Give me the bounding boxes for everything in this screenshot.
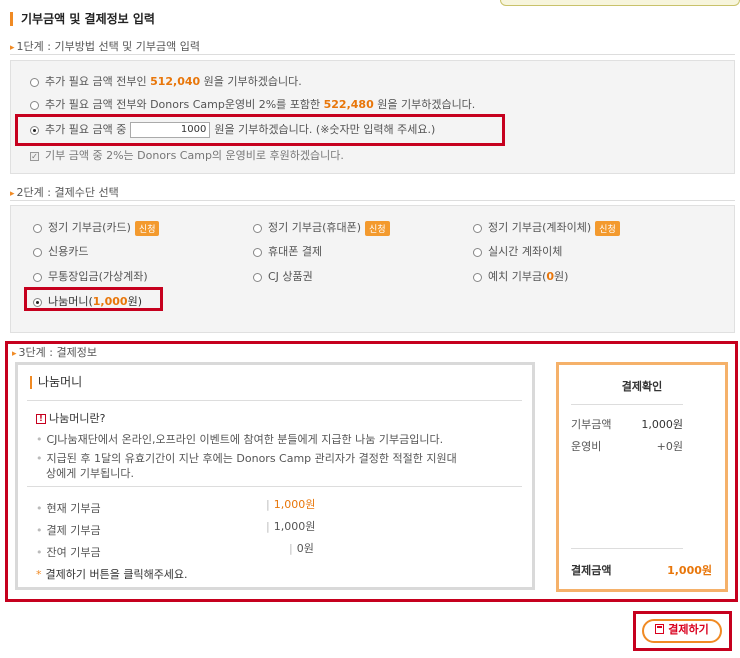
current-donation-value: | 1,000원 — [266, 498, 316, 511]
divider — [10, 54, 735, 55]
method-phone[interactable]: 휴대폰 결제 — [253, 243, 322, 259]
apply-badge[interactable]: 신청 — [365, 220, 390, 236]
method-realtime-transfer[interactable]: 실시간 계좌이체 — [473, 243, 562, 259]
radio-selected-icon[interactable] — [30, 125, 39, 135]
confirm-donation-value: 1,000원 — [641, 418, 683, 431]
top-decoration — [500, 0, 740, 6]
info-line: • CJ나눔재단에서 온라인,오프라인 이벤트에 참여한 분들에게 지급한 나눔 … — [36, 433, 444, 446]
radio-icon[interactable] — [473, 223, 482, 233]
current-donation-label: • 현재 기부금 — [36, 502, 101, 515]
step1-label: 1단계 : 기부방법 선택 및 기부금액 입력 — [10, 38, 200, 54]
radio-icon[interactable] — [473, 247, 482, 257]
method-nanum-money[interactable]: 나눔머니(1,000원) — [33, 293, 142, 309]
payment-donation-value: | 1,000원 — [266, 520, 316, 533]
pay-button[interactable]: 결제하기 — [642, 619, 722, 643]
info-line: 상에게 기부됩니다. — [46, 467, 134, 480]
radio-icon[interactable] — [253, 272, 262, 282]
confirm-fee-label: 운영비 — [571, 440, 602, 453]
divider — [571, 548, 683, 549]
confirm-total-label: 결제금액 — [571, 564, 612, 577]
radio-icon[interactable] — [253, 247, 262, 257]
method-transfer-regular[interactable]: 정기 기부금(계좌이체) 신청 — [473, 219, 620, 236]
radio-icon[interactable] — [473, 272, 482, 282]
radio-icon[interactable] — [30, 77, 39, 87]
radio-icon[interactable] — [33, 272, 42, 282]
calculator-icon — [655, 624, 665, 634]
radio-selected-icon[interactable] — [33, 297, 42, 307]
payment-notice: * 결제하기 버튼을 클릭해주세요. — [36, 568, 188, 581]
panel-title: 나눔머니 — [30, 376, 82, 389]
option-custom-amount[interactable]: 추가 필요 금액 중 1000 원을 기부하겠습니다. (※숫자만 입력해 주세요.… — [30, 121, 435, 138]
radio-icon[interactable] — [253, 223, 262, 233]
step3-label: 3단계 : 결제정보 — [12, 344, 97, 360]
checkbox-icon[interactable]: ✓ — [30, 151, 39, 161]
info-line: • 지급된 후 1달의 유효기간이 지난 후에는 Donors Camp 관리자가… — [36, 452, 457, 465]
method-virtual-account[interactable]: 무통장입금(가상계좌) — [33, 268, 148, 284]
remaining-donation-value: | 0원 — [289, 542, 314, 555]
option-full-amount[interactable]: 추가 필요 금액 전부인 512,040 원을 기부하겠습니다. — [30, 73, 302, 89]
radio-icon[interactable] — [33, 223, 42, 233]
method-prepaid[interactable]: 예치 기부금(0원) — [473, 268, 568, 284]
apply-badge[interactable]: 신청 — [134, 220, 160, 236]
info-heading: ! 나눔머니란? — [36, 410, 105, 426]
divider — [27, 400, 522, 401]
method-card-regular[interactable]: 정기 기부금(카드) 신청 — [33, 219, 160, 236]
option-full-with-fee[interactable]: 추가 필요 금액 전부와 Donors Camp운영비 2%를 포함한 522,… — [30, 96, 475, 112]
confirm-total-value: 1,000원 — [667, 564, 712, 577]
radio-icon[interactable] — [30, 100, 39, 110]
method-credit-card[interactable]: 신용카드 — [33, 243, 88, 259]
info-icon: ! — [36, 414, 46, 424]
confirm-fee-value: +0원 — [656, 440, 683, 453]
divider — [10, 200, 735, 201]
confirm-donation-label: 기부금액 — [571, 418, 612, 431]
page-title: 기부금액 및 결제정보 입력 — [10, 12, 155, 26]
divider — [571, 404, 683, 405]
remaining-donation-label: • 잔여 기부금 — [36, 546, 101, 559]
fee-checkbox-row[interactable]: ✓ 기부 금액 중 2%는 Donors Camp의 운영비로 후원하겠습니다. — [30, 147, 344, 163]
confirm-title: 결제확인 — [621, 380, 663, 393]
radio-icon[interactable] — [33, 247, 42, 257]
amount-input[interactable]: 1000 — [130, 122, 211, 138]
apply-badge[interactable]: 신청 — [595, 220, 620, 236]
method-phone-regular[interactable]: 정기 기부금(휴대폰) 신청 — [253, 219, 390, 236]
method-cj-giftcard[interactable]: CJ 상품권 — [253, 268, 313, 284]
payment-confirm-panel — [556, 362, 728, 592]
payment-donation-label: • 결제 기부금 — [36, 524, 101, 537]
divider — [27, 486, 522, 487]
step2-label: 2단계 : 결제수단 선택 — [10, 184, 119, 200]
